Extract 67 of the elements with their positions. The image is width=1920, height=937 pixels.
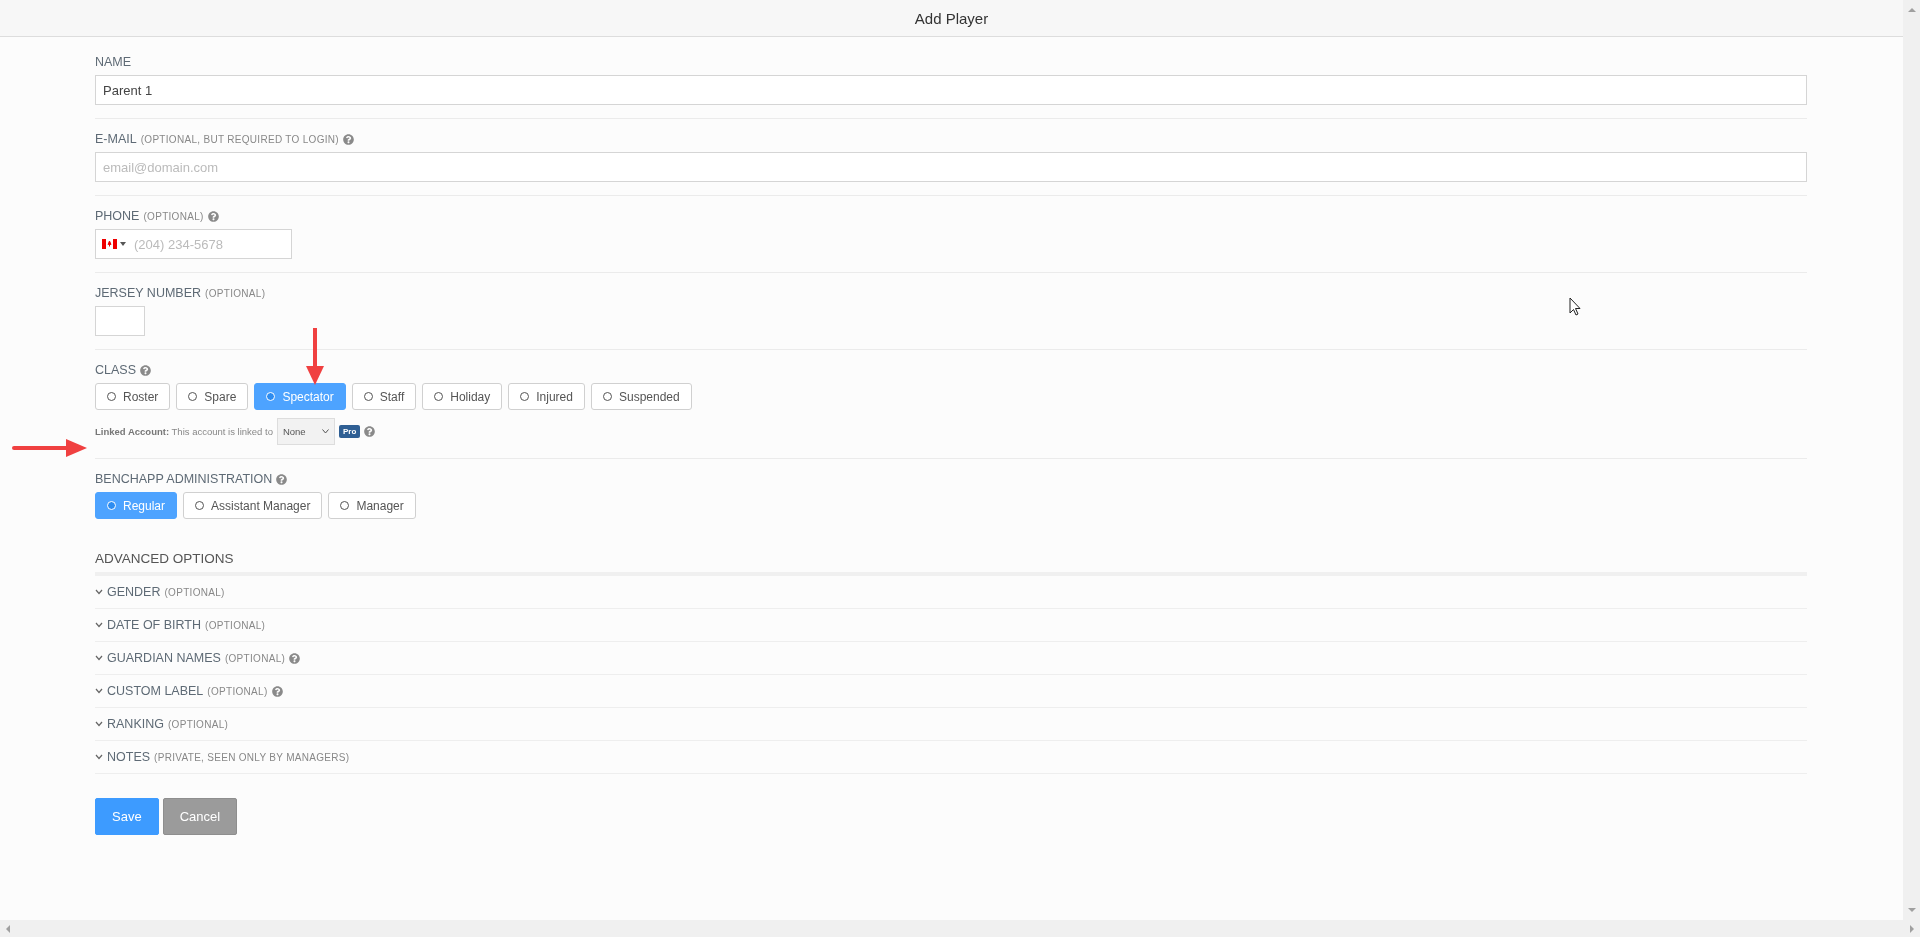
field-label: BENCHAPP ADMINISTRATION bbox=[95, 472, 273, 486]
cursor-icon bbox=[1569, 297, 1581, 316]
radio-option[interactable]: Injured bbox=[508, 383, 585, 410]
collapsible-header[interactable]: CUSTOM LABEL (OPTIONAL) bbox=[95, 684, 283, 698]
text-input[interactable]: Parent 1 bbox=[95, 75, 1807, 105]
pro-badge: Pro bbox=[338, 425, 361, 438]
collapsible-header[interactable]: RANKING (OPTIONAL) bbox=[95, 717, 229, 731]
scroll-down-icon[interactable] bbox=[1907, 906, 1916, 914]
radio-option[interactable]: Manager bbox=[328, 492, 416, 519]
field-label: E-MAIL bbox=[95, 132, 137, 146]
radio-icon bbox=[602, 392, 612, 401]
radio-option[interactable]: Assistant Manager bbox=[183, 492, 323, 519]
radio-icon bbox=[363, 392, 373, 401]
radio-icon bbox=[107, 501, 116, 510]
help-icon[interactable] bbox=[364, 426, 376, 437]
collapsible-header[interactable]: GENDER (OPTIONAL) bbox=[95, 585, 225, 599]
collapsible-header[interactable]: GUARDIAN NAMES (OPTIONAL) bbox=[95, 651, 301, 665]
account-select[interactable]: None bbox=[276, 418, 335, 445]
section-title: ADVANCED OPTIONS bbox=[95, 551, 235, 566]
text-input[interactable] bbox=[95, 306, 145, 336]
help-icon[interactable] bbox=[207, 210, 219, 222]
chevron-down-icon bbox=[95, 721, 103, 727]
field-note: (OPTIONAL, BUT REQUIRED TO LOGIN) bbox=[140, 134, 339, 145]
radio-option[interactable]: Suspended bbox=[590, 383, 692, 410]
phone-input[interactable]: (204) 234-5678 bbox=[132, 235, 291, 253]
radio-option[interactable]: Staff bbox=[351, 383, 417, 410]
help-icon[interactable] bbox=[271, 685, 283, 697]
scroll-left-icon[interactable] bbox=[4, 924, 12, 933]
collapsible-header[interactable]: NOTES (PRIVATE, SEEN ONLY BY MANAGERS) bbox=[95, 750, 350, 764]
field-label: PHONE bbox=[95, 209, 140, 223]
collapsible-header[interactable]: DATE OF BIRTH (OPTIONAL) bbox=[95, 618, 266, 632]
radio-icon bbox=[195, 501, 205, 510]
text-input[interactable]: email@domain.com bbox=[95, 152, 1807, 182]
radio-icon bbox=[188, 392, 198, 401]
annotation-arrow bbox=[305, 328, 325, 386]
window-title: Add Player bbox=[914, 9, 989, 27]
field-label: JERSEY NUMBER bbox=[95, 286, 202, 300]
flag-icon bbox=[102, 239, 117, 249]
linked-account-text: Linked Account: This account is linked to bbox=[95, 426, 273, 437]
help-icon[interactable] bbox=[342, 133, 354, 145]
radio-option[interactable]: Roster bbox=[95, 383, 171, 410]
chevron-down-icon bbox=[95, 754, 103, 760]
phone-field[interactable]: (204) 234-5678 bbox=[95, 229, 292, 259]
radio-icon bbox=[107, 392, 116, 401]
help-icon[interactable] bbox=[289, 652, 301, 664]
field-note: (OPTIONAL) bbox=[205, 288, 266, 299]
radio-icon bbox=[520, 392, 530, 401]
radio-option[interactable]: Spare bbox=[176, 383, 249, 410]
scroll-right-icon[interactable] bbox=[1908, 924, 1916, 933]
radio-icon bbox=[340, 501, 350, 510]
field-label: NAME bbox=[95, 55, 132, 69]
field-label: CLASS bbox=[95, 363, 136, 377]
field-note: (OPTIONAL) bbox=[143, 211, 204, 222]
chevron-down-icon bbox=[95, 688, 103, 694]
vertical-scrollbar[interactable] bbox=[1903, 0, 1920, 920]
chevron-down-icon bbox=[321, 429, 329, 434]
help-icon[interactable] bbox=[276, 473, 288, 485]
radio-icon bbox=[434, 392, 444, 401]
chevron-down-icon bbox=[95, 589, 103, 595]
help-icon[interactable] bbox=[140, 364, 151, 376]
scroll-up-icon[interactable] bbox=[1907, 6, 1916, 14]
chevron-down-icon bbox=[95, 622, 103, 628]
radio-icon bbox=[266, 392, 276, 401]
radio-option[interactable]: Holiday bbox=[422, 383, 503, 410]
caret-icon bbox=[120, 242, 126, 246]
chevron-down-icon bbox=[95, 655, 103, 661]
horizontal-scrollbar[interactable] bbox=[0, 920, 1920, 937]
